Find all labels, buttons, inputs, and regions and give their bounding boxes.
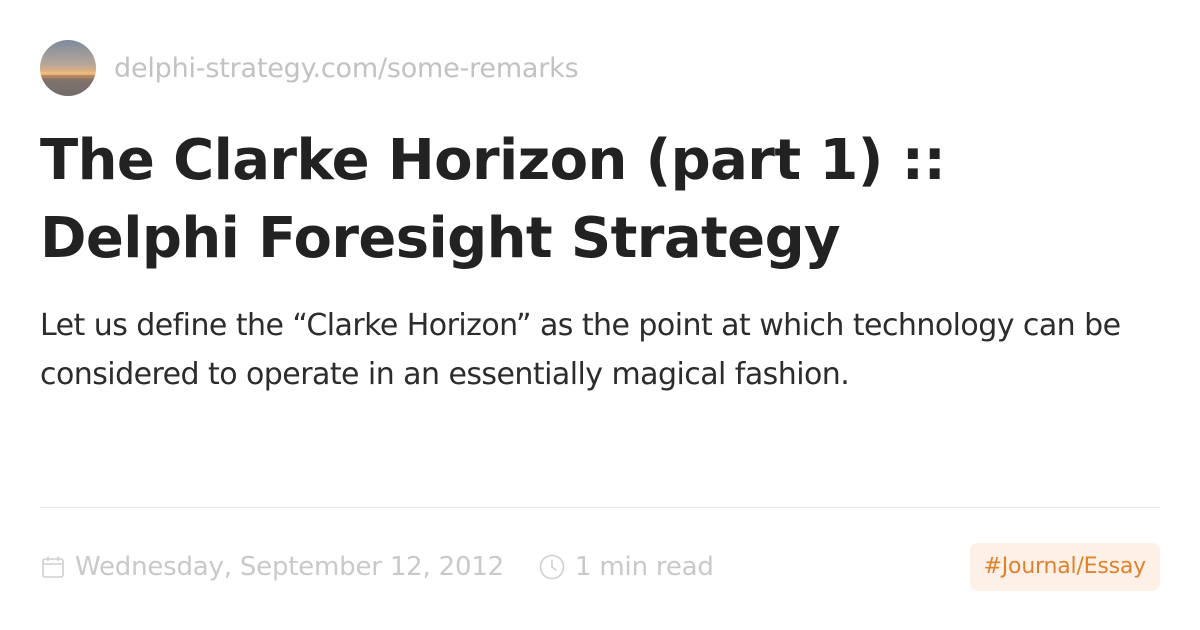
- read-time: 1 min read: [538, 552, 714, 582]
- tag-badge[interactable]: #Journal/Essay: [969, 543, 1160, 591]
- article-title-line-2: Delphi Foresight Strategy: [40, 206, 841, 271]
- site-header: delphi-strategy.com/some-remarks: [40, 40, 579, 96]
- clock-icon: [539, 554, 565, 580]
- landscape-sunset-icon: [40, 40, 96, 96]
- divider: [40, 507, 1160, 508]
- read-time-text: 1 min read: [575, 552, 714, 582]
- publish-date: Wednesday, September 12, 2012: [40, 552, 504, 582]
- social-card: delphi-strategy.com/some-remarks The Cla…: [40, 0, 1160, 630]
- calendar-icon: [42, 556, 64, 578]
- publish-date-text: Wednesday, September 12, 2012: [75, 552, 505, 582]
- site-avatar: [40, 40, 96, 96]
- article-title-line-1: The Clarke Horizon (part 1) ::: [40, 128, 946, 193]
- article-meta: Wednesday, September 12, 2012 1 min read…: [40, 543, 1160, 591]
- article-description: Let us define the “Clarke Horizon” as th…: [40, 308, 1121, 392]
- site-url[interactable]: delphi-strategy.com/some-remarks: [114, 53, 579, 84]
- article-title[interactable]: The Clarke Horizon (part 1) :: Delphi Fo…: [40, 122, 1160, 278]
